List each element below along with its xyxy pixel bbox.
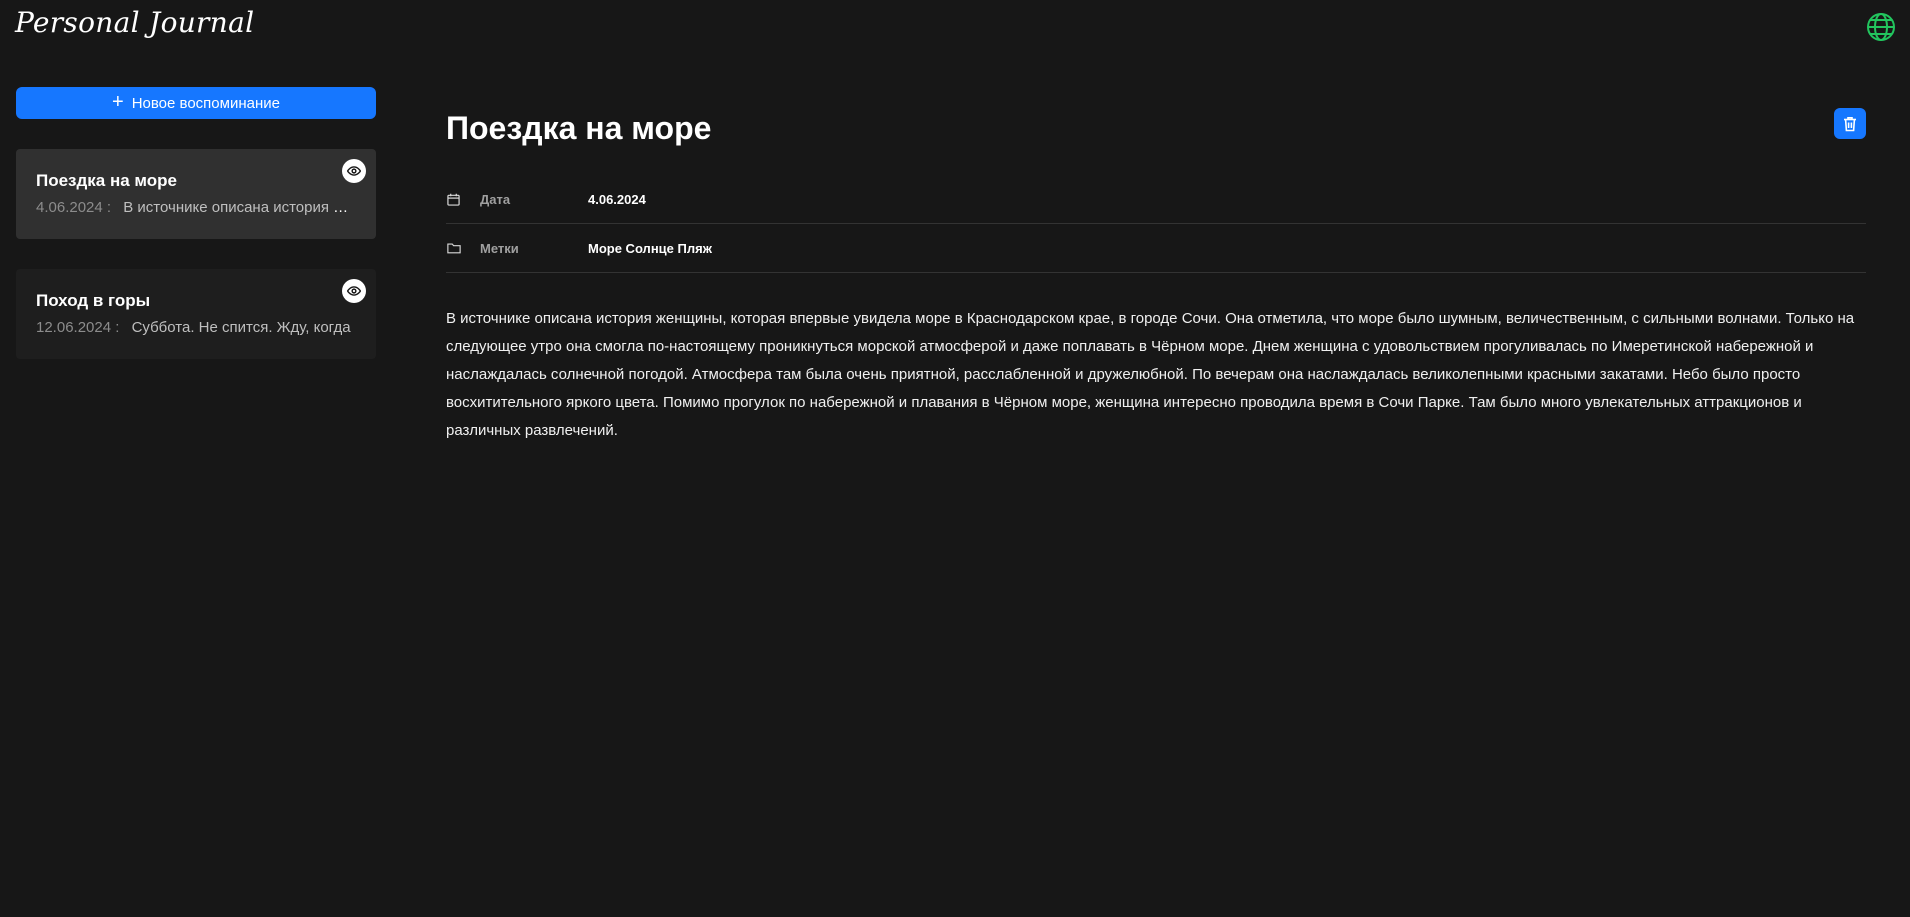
- new-memory-button[interactable]: + Новое воспоминание: [16, 87, 376, 119]
- entry-card-separator: :: [115, 319, 120, 336]
- date-value: 4.06.2024: [588, 191, 646, 207]
- entry-card-excerpt: В источнике описана история женщины, кот…: [123, 199, 358, 216]
- eye-icon[interactable]: [342, 159, 366, 183]
- date-label: Дата: [480, 191, 511, 207]
- entry-card-separator: :: [106, 199, 112, 216]
- tags-value: Море Солнце Пляж: [588, 240, 712, 256]
- entry-card-excerpt: Суббота. Не спится. Жду, когда: [131, 319, 351, 336]
- globe-icon[interactable]: [1866, 12, 1896, 42]
- tags-row: Метки Море Солнце Пляж: [446, 224, 1866, 273]
- entry-card[interactable]: Поход в горы 12.06.2024 : Суббота. Не сп…: [16, 269, 376, 359]
- entry-card-date: 4.06.2024: [36, 199, 103, 216]
- entry-card-meta: 4.06.2024 : В источнике описана история …: [36, 199, 358, 216]
- entry-card-date: 12.06.2024: [36, 319, 112, 336]
- trash-icon: [1844, 116, 1856, 131]
- entry-card-meta: 12.06.2024 : Суббота. Не спится. Жду, ко…: [36, 319, 358, 336]
- entry-detail: Поездка на море Дата 4.06.2024 Метки Мор…: [446, 100, 1866, 445]
- delete-button[interactable]: [1834, 108, 1866, 139]
- folder-icon: [446, 242, 480, 254]
- entry-card-title: Поездка на море: [36, 171, 178, 190]
- tags-label: Метки: [480, 240, 519, 256]
- eye-icon[interactable]: [342, 279, 366, 303]
- plus-icon: +: [112, 91, 124, 113]
- app-logo[interactable]: Personal Journal: [15, 6, 254, 39]
- new-memory-label: Новое воспоминание: [131, 94, 280, 112]
- entry-properties: Дата 4.06.2024 Метки Море Солнце Пляж: [446, 175, 1866, 273]
- entry-title: Поездка на море: [446, 110, 712, 146]
- entry-card[interactable]: Поездка на море 4.06.2024 : В источнике …: [16, 149, 376, 239]
- sidebar: + Новое воспоминание Поездка на море 4.0…: [16, 87, 376, 359]
- app-header: Personal Journal: [0, 0, 1910, 56]
- calendar-icon: [446, 193, 480, 206]
- entry-text: В источнике описана история женщины, кот…: [446, 310, 1855, 439]
- entry-card-title: Поход в горы: [36, 291, 151, 310]
- date-row: Дата 4.06.2024: [446, 175, 1866, 224]
